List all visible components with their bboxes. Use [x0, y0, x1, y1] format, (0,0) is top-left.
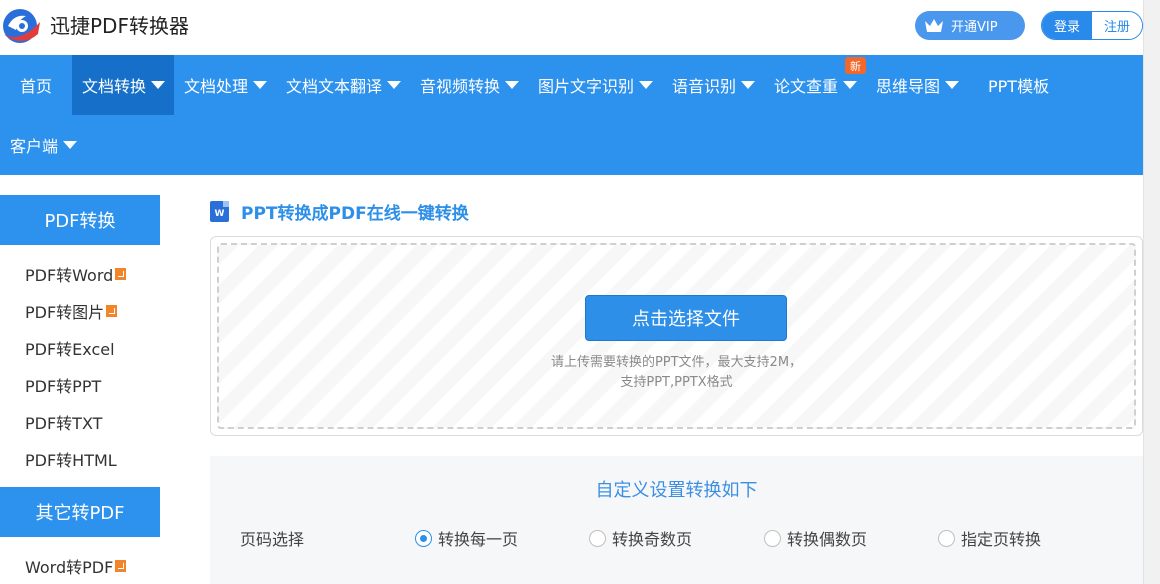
nav-mindmap-label: 思维导图 [876, 77, 941, 96]
sidebar-item-label: Word转PDF [25, 558, 114, 577]
nav-av-convert[interactable]: 音视频转换 [420, 55, 520, 115]
new-badge: 新 [845, 57, 866, 74]
radio-label: 转换奇数页 [612, 530, 693, 549]
nav-speech[interactable]: 语音识别 [672, 55, 756, 115]
auth-group: 登录 注册 [1041, 11, 1143, 40]
nav-plagiarism-label: 论文查重 [774, 77, 839, 96]
radio-convert-odd-pages[interactable]: 转换奇数页 [589, 526, 692, 550]
nav-av-convert-label: 音视频转换 [420, 77, 501, 96]
sidebar-item-pdf-to-excel[interactable]: PDF转Excel [25, 336, 115, 360]
nav-translate[interactable]: 文档文本翻译 [286, 55, 402, 115]
radio-unchecked-icon [589, 529, 606, 547]
main-nav: 首页 文档转换 文档处理 文档文本翻译 音视频转换 图片文字识别 语音识别 论文… [0, 55, 1143, 175]
sidebar-item-label: PDF转PPT [25, 377, 102, 396]
vip-tag-icon [115, 560, 127, 572]
nav-ocr[interactable]: 图片文字识别 [538, 55, 654, 115]
nav-ppt-template[interactable]: PPT模板 [988, 55, 1049, 115]
nav-home-label: 首页 [20, 77, 53, 96]
vip-tag-icon [115, 268, 127, 280]
chevron-down-icon [945, 81, 960, 89]
chevron-down-icon [63, 141, 78, 149]
radio-unchecked-icon [764, 529, 781, 547]
radio-convert-even-pages[interactable]: 转换偶数页 [764, 526, 867, 550]
nav-doc-convert-label: 文档转换 [82, 77, 147, 96]
choose-file-button[interactable]: 点击选择文件 [585, 295, 787, 341]
chevron-down-icon [741, 81, 756, 89]
page-title: PPT转换成PDF在线一键转换 [241, 203, 469, 224]
chevron-down-icon [639, 81, 654, 89]
radio-label: 转换每一页 [438, 530, 519, 549]
chevron-down-icon [253, 81, 268, 89]
upload-hint-line2: 支持PPT,PPTX格式 [620, 375, 733, 390]
nav-speech-label: 语音识别 [672, 77, 737, 96]
word-icon-letter: W [214, 208, 225, 219]
sidebar-item-label: PDF转Word [25, 266, 114, 285]
register-button[interactable]: 注册 [1092, 12, 1142, 39]
radio-unchecked-icon [938, 529, 955, 547]
radio-label: 转换偶数页 [787, 530, 868, 549]
nav-translate-label: 文档文本翻译 [286, 77, 383, 96]
upload-dropzone[interactable]: 点击选择文件 请上传需要转换的PPT文件，最大支持2M， 支持PPT,PPTX格… [217, 243, 1136, 429]
app-logo-icon[interactable] [0, 4, 42, 48]
top-header: 迅捷PDF转换器 开通VIP 登录 注册 [0, 0, 1160, 55]
sidebar-item-label: PDF转图片 [25, 303, 105, 322]
settings-panel: 自定义设置转换如下 页码选择 转换每一页 转换奇数页 转换偶数页 指定页转换 [210, 456, 1143, 584]
open-vip-button[interactable]: 开通VIP [915, 11, 1025, 40]
nav-doc-process[interactable]: 文档处理 [184, 55, 268, 115]
sidebar-item-word-to-pdf[interactable]: Word转PDF [25, 554, 127, 578]
vip-tag-icon [106, 305, 118, 317]
chevron-down-icon [505, 81, 520, 89]
nav-home[interactable]: 首页 [20, 55, 52, 115]
nav-doc-convert[interactable]: 文档转换 [72, 55, 174, 115]
nav-client-label: 客户端 [10, 137, 59, 156]
nav-mindmap[interactable]: 思维导图 [876, 55, 960, 115]
nav-ppt-template-label: PPT模板 [988, 77, 1050, 96]
page-title-row: W PPT转换成PDF在线一键转换 [210, 198, 469, 224]
radio-checked-icon [415, 529, 432, 547]
nav-client[interactable]: 客户端 [10, 115, 78, 175]
chevron-down-icon [843, 81, 858, 89]
sidebar-item-label: PDF转Excel [25, 340, 115, 359]
settings-title: 自定义设置转换如下 [595, 480, 758, 501]
radio-convert-every-page[interactable]: 转换每一页 [415, 526, 518, 550]
word-file-icon: W [210, 200, 229, 222]
nav-ocr-label: 图片文字识别 [538, 77, 635, 96]
sidebar-item-pdf-to-word[interactable]: PDF转Word [25, 262, 127, 286]
chevron-down-icon [387, 81, 402, 89]
sidebar-section-other-to-pdf: 其它转PDF [0, 487, 160, 537]
upload-hint-line1: 请上传需要转换的PPT文件，最大支持2M， [550, 355, 803, 370]
sidebar-item-pdf-to-image[interactable]: PDF转图片 [25, 299, 118, 323]
page-select-label: 页码选择 [240, 530, 305, 549]
vertical-scrollbar[interactable] [1143, 0, 1160, 584]
radio-convert-specified-pages[interactable]: 指定页转换 [938, 526, 1041, 550]
sidebar-item-pdf-to-ppt[interactable]: PDF转PPT [25, 373, 101, 397]
login-button[interactable]: 登录 [1042, 12, 1092, 39]
sidebar-item-pdf-to-txt[interactable]: PDF转TXT [25, 410, 102, 434]
sidebar-item-label: PDF转HTML [25, 451, 117, 470]
chevron-down-icon [151, 81, 166, 89]
sidebar-item-label: PDF转TXT [25, 414, 103, 433]
vip-label: 开通VIP [951, 20, 998, 35]
sidebar-item-pdf-to-html[interactable]: PDF转HTML [25, 447, 117, 471]
radio-label: 指定页转换 [961, 530, 1042, 549]
upload-area[interactable]: 点击选择文件 请上传需要转换的PPT文件，最大支持2M， 支持PPT,PPTX格… [210, 236, 1143, 436]
brand-name[interactable]: 迅捷PDF转换器 [50, 10, 189, 39]
sidebar-section-pdf-convert: PDF转换 [0, 195, 160, 245]
crown-icon [925, 18, 943, 32]
nav-doc-process-label: 文档处理 [184, 77, 249, 96]
